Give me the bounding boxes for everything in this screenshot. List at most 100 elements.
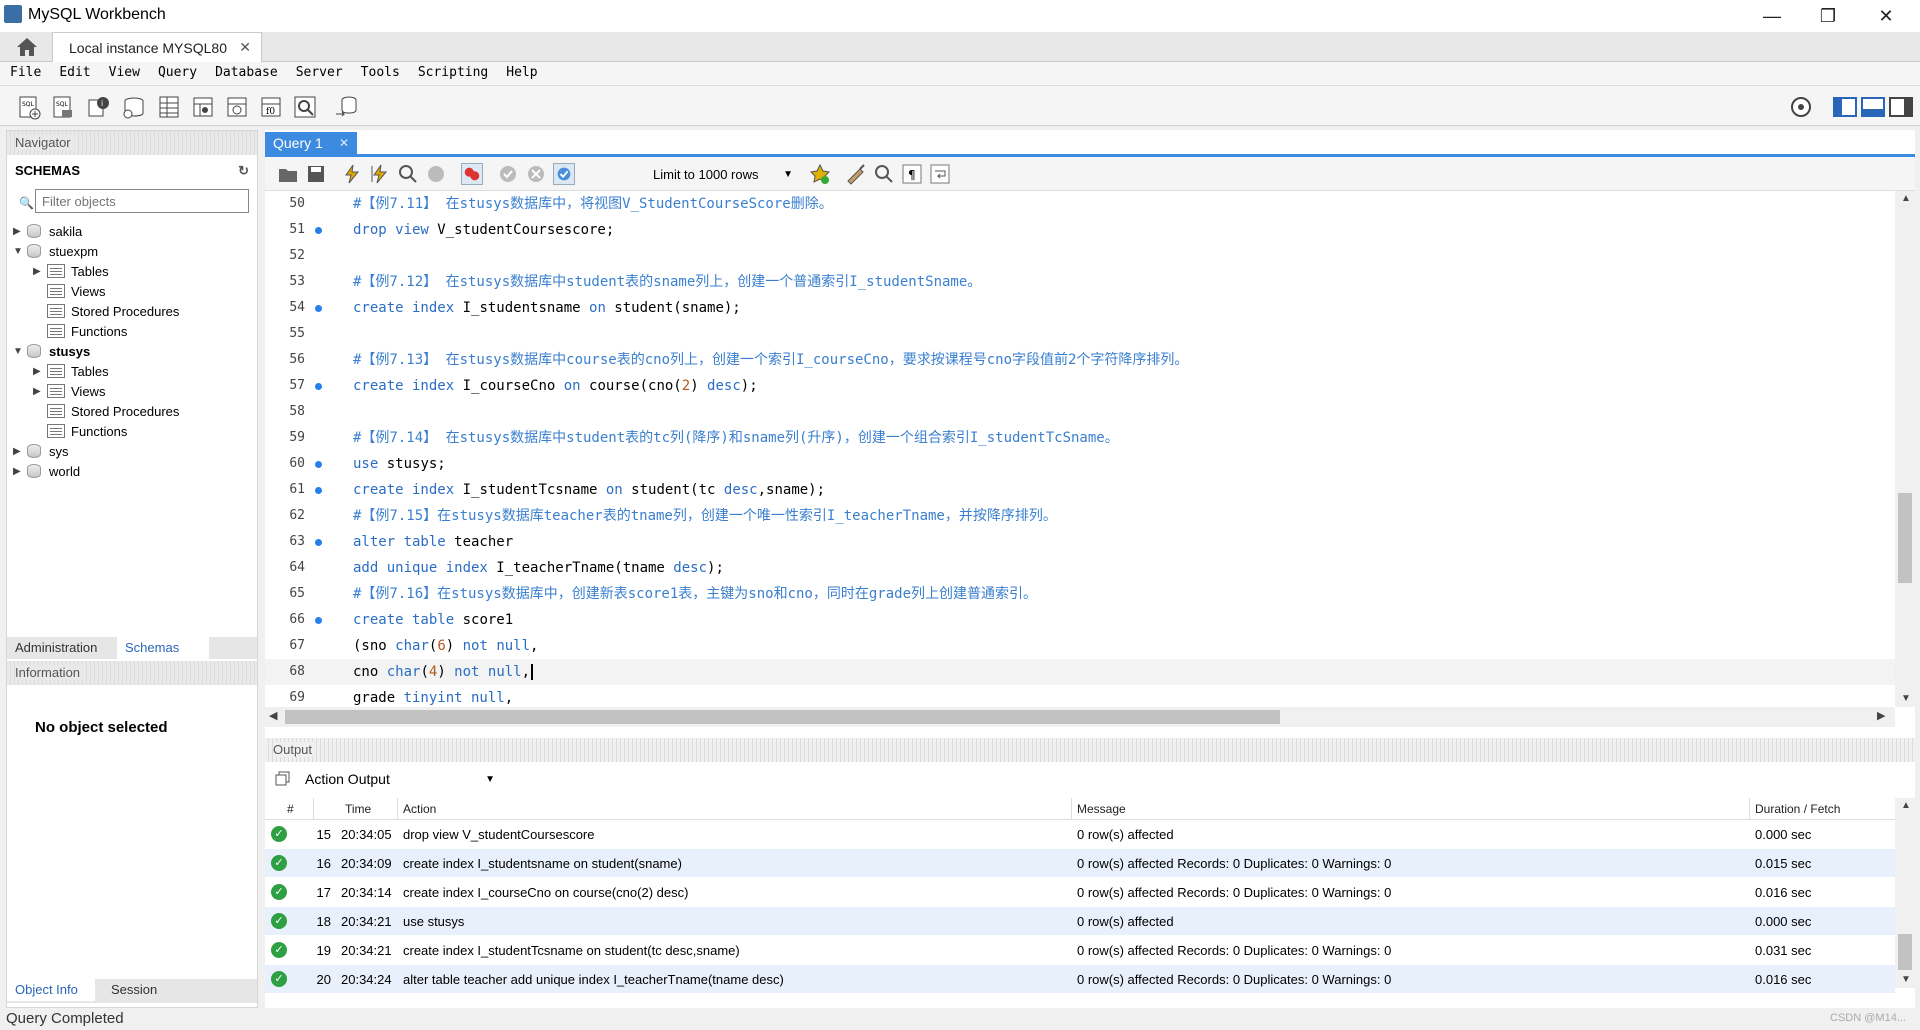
code-line[interactable]: 66 create table score1 — [265, 607, 1895, 633]
code-line[interactable]: 51 drop view V_studentCoursescore; — [265, 217, 1895, 243]
tree-schema-sys[interactable]: ▶ sys — [13, 441, 69, 461]
expand-arrow-icon[interactable]: ▶ — [33, 266, 47, 277]
scroll-thumb[interactable] — [1898, 934, 1912, 970]
code-line[interactable]: 63 alter table teacher — [265, 529, 1895, 555]
code-line[interactable]: 62 #【例7.15】在stusys数据库teacher表的tname列，创建一个… — [265, 503, 1895, 529]
tree-schema-stusys[interactable]: ▼ stusys — [13, 341, 90, 361]
reconnect-icon[interactable] — [334, 94, 360, 120]
code-line[interactable]: 53 #【例7.12】 在stusys数据库中student表的sname列上，创… — [265, 269, 1895, 295]
code-line[interactable]: 64 add unique index I_teacherTname(tname … — [265, 555, 1895, 581]
create-table-icon[interactable] — [156, 94, 182, 120]
code-line[interactable]: 69 grade tinyint null, — [265, 685, 1895, 707]
create-schema-icon[interactable] — [122, 94, 148, 120]
stop-icon[interactable] — [425, 163, 447, 185]
home-icon[interactable] — [14, 35, 40, 59]
output-vertical-scrollbar[interactable]: ▲ ▼ — [1895, 798, 1915, 988]
output-row[interactable]: ✓ 15 20:34:05 drop view V_studentCoursescor… — [265, 820, 1895, 849]
refresh-schemas-icon[interactable]: ↻ — [238, 163, 249, 179]
tree-item-views[interactable]: ▶ Views — [33, 381, 105, 401]
rollback-icon[interactable] — [525, 163, 547, 185]
invisible-characters-icon[interactable]: ¶ — [901, 163, 923, 185]
tree-schema-sakila[interactable]: ▶ sakila — [13, 221, 82, 241]
tree-item-stored-procedures[interactable]: Stored Procedures — [47, 301, 179, 321]
scroll-thumb[interactable] — [285, 710, 1280, 724]
code-line[interactable]: 52 — [265, 243, 1895, 269]
code-line[interactable]: 50 #【例7.11】 在stusys数据库中，将视图V_StudentCours… — [265, 191, 1895, 217]
autocommit-icon[interactable] — [553, 163, 575, 185]
expand-arrow-icon[interactable]: ▶ — [33, 386, 47, 397]
create-procedure-icon[interactable] — [224, 94, 250, 120]
menu-view[interactable]: View — [99, 62, 148, 80]
menu-scripting[interactable]: Scripting — [408, 62, 496, 80]
code-line[interactable]: 60 use stusys; — [265, 451, 1895, 477]
editor-vertical-scrollbar[interactable]: ▲ ▼ — [1895, 191, 1915, 707]
tree-item-stored-procedures[interactable]: Stored Procedures — [47, 401, 179, 421]
tree-item-functions[interactable]: Functions — [47, 321, 127, 341]
tree-item-views[interactable]: Views — [47, 281, 105, 301]
output-row[interactable]: ✓ 19 20:34:21 create index I_studentTcsname… — [265, 936, 1895, 965]
filter-objects-input[interactable] — [35, 189, 249, 213]
tab-object-info[interactable]: Object Info — [7, 979, 95, 1001]
code-line[interactable]: 65 #【例7.16】在stusys数据库中，创建新表score1表，主键为sno… — [265, 581, 1895, 607]
menu-help[interactable]: Help — [496, 62, 545, 80]
tree-item-tables[interactable]: ▶ Tables — [33, 361, 109, 381]
scroll-up-icon[interactable]: ▲ — [1901, 800, 1911, 811]
connection-tab[interactable]: Local instance MYSQL80 ✕ — [52, 32, 262, 62]
tab-schemas[interactable]: Schemas — [117, 637, 209, 659]
explain-icon[interactable] — [397, 163, 419, 185]
scroll-up-icon[interactable]: ▲ — [1901, 193, 1911, 204]
query-tab[interactable]: Query 1 ✕ — [265, 132, 357, 154]
close-tab-icon[interactable]: ✕ — [239, 39, 251, 56]
output-row[interactable]: ✓ 20 20:34:24 alter table teacher add uniqu… — [265, 965, 1895, 994]
code-line[interactable]: 61 create index I_studentTcsname on stude… — [265, 477, 1895, 503]
minimize-button[interactable]: — — [1744, 0, 1800, 32]
execute-current-icon[interactable] — [369, 163, 391, 185]
scroll-right-icon[interactable]: ▶ — [1877, 709, 1885, 722]
preferences-icon[interactable] — [1788, 94, 1814, 120]
menu-database[interactable]: Database — [205, 62, 286, 80]
create-view-icon[interactable] — [190, 94, 216, 120]
code-line[interactable]: 67 (sno char(6) not null, — [265, 633, 1895, 659]
output-row[interactable]: ✓ 16 20:34:09 create index I_studentsname o… — [265, 849, 1895, 878]
beautify-icon[interactable] — [845, 163, 867, 185]
expand-arrow-icon[interactable]: ▶ — [13, 226, 27, 237]
menu-edit[interactable]: Edit — [49, 62, 98, 80]
code-line[interactable]: 57 create index I_courseCno on course(cno… — [265, 373, 1895, 399]
new-sql-tab-icon[interactable]: SQL — [16, 94, 42, 120]
scroll-left-icon[interactable]: ◀ — [269, 709, 277, 722]
collapse-arrow-icon[interactable]: ▼ — [13, 246, 27, 257]
create-function-icon[interactable]: f0 — [258, 94, 284, 120]
tree-schema-world[interactable]: ▶ world — [13, 461, 80, 481]
code-line[interactable]: 68 cno char(4) not null, — [265, 659, 1895, 685]
close-query-tab-icon[interactable]: ✕ — [339, 136, 349, 150]
commit-icon[interactable] — [497, 163, 519, 185]
editor-horizontal-scrollbar[interactable]: ◀ ▶ — [265, 707, 1895, 727]
output-row[interactable]: ✓ 18 20:34:21 use stusys 0 row(s) affected 0.… — [265, 907, 1895, 936]
tree-item-functions[interactable]: Functions — [47, 421, 127, 441]
scroll-thumb[interactable] — [1898, 493, 1912, 583]
menu-tools[interactable]: Tools — [351, 62, 408, 80]
toggle-secondary-sidebar-icon[interactable] — [1888, 94, 1914, 120]
limit-rows-select[interactable]: Limit to 1000 rows ▼ — [647, 163, 797, 185]
wrap-lines-icon[interactable] — [929, 163, 951, 185]
code-line[interactable]: 59 #【例7.14】 在stusys数据库中student表的tc列(降序)和s… — [265, 425, 1895, 451]
find-icon[interactable] — [873, 163, 895, 185]
save-icon[interactable] — [305, 163, 327, 185]
open-sql-script-icon[interactable]: SQL — [50, 94, 76, 120]
search-table-data-icon[interactable] — [292, 94, 318, 120]
copy-output-icon[interactable] — [275, 771, 291, 787]
restore-button[interactable]: ❐ — [1800, 0, 1856, 32]
tab-session[interactable]: Session — [103, 979, 165, 1001]
inspector-icon[interactable]: i — [86, 94, 112, 120]
menu-query[interactable]: Query — [148, 62, 205, 80]
expand-arrow-icon[interactable]: ▶ — [33, 366, 47, 377]
menu-server[interactable]: Server — [286, 62, 351, 80]
collapse-arrow-icon[interactable]: ▼ — [13, 346, 27, 357]
output-row[interactable]: ✓ 17 20:34:14 create index I_courseCno on c… — [265, 878, 1895, 907]
open-file-icon[interactable] — [277, 163, 299, 185]
scroll-down-icon[interactable]: ▼ — [1901, 974, 1911, 985]
tab-administration[interactable]: Administration — [7, 637, 105, 659]
toggle-sidebar-icon[interactable] — [1832, 94, 1858, 120]
add-snippet-icon[interactable] — [809, 163, 831, 185]
code-line[interactable]: 55 — [265, 321, 1895, 347]
